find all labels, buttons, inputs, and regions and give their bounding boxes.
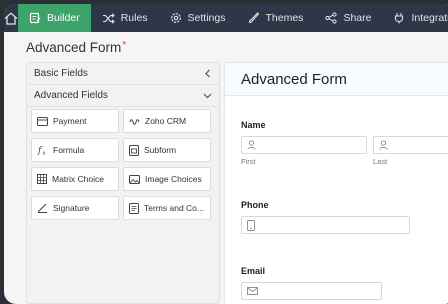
home-icon xyxy=(4,11,18,25)
top-nav: Builder Rules Settings Themes Share Inte… xyxy=(4,4,448,32)
brush-icon xyxy=(248,12,259,24)
field-tile-label: Zoho CRM xyxy=(145,116,187,126)
field-tile-label: Formula xyxy=(53,145,85,155)
builder-icon xyxy=(29,12,41,24)
formula-icon: fx xyxy=(37,146,46,156)
chevron-down-icon xyxy=(203,93,212,98)
signature-icon xyxy=(37,203,47,213)
tab-share[interactable]: Share xyxy=(314,4,382,32)
home-button[interactable] xyxy=(4,4,18,32)
field-tile-label: Terms and Co... xyxy=(144,203,204,213)
field-tile-label: Subform xyxy=(144,145,177,155)
crm-icon xyxy=(129,118,140,125)
field-tile-payment[interactable]: Payment xyxy=(31,109,119,133)
field-tile-formula[interactable]: fx Formula xyxy=(31,138,119,162)
terms-icon xyxy=(129,202,139,214)
first-name-input[interactable] xyxy=(241,136,367,154)
subform-icon xyxy=(129,144,139,156)
svg-text:x: x xyxy=(43,151,46,156)
phone-input[interactable] xyxy=(241,216,410,234)
tab-integrations[interactable]: Integratio xyxy=(382,4,448,32)
matrix-icon xyxy=(37,174,47,184)
field-tile-signature[interactable]: Signature xyxy=(31,196,119,220)
field-tile-label: Matrix Choice xyxy=(52,174,104,184)
field-tile-label: Image Choices xyxy=(145,174,202,184)
advanced-fields-label: Advanced Fields xyxy=(34,90,108,101)
form-canvas: Advanced Form Name First Last Phone Emai… xyxy=(224,62,448,304)
advanced-fields-section[interactable]: Advanced Fields xyxy=(27,85,219,107)
name-field-label: Name xyxy=(241,120,266,130)
field-tile-label: Payment xyxy=(53,116,87,126)
plug-icon xyxy=(395,13,404,24)
shuffle-icon xyxy=(102,12,115,24)
last-name-sublabel: Last xyxy=(373,157,388,166)
person-icon xyxy=(247,140,256,150)
first-name-sublabel: First xyxy=(241,157,256,166)
tab-settings-label: Settings xyxy=(187,12,226,24)
tab-builder[interactable]: Builder xyxy=(18,4,91,32)
field-tile-terms[interactable]: Terms and Co... xyxy=(123,196,211,220)
card-icon xyxy=(37,116,48,126)
person-icon xyxy=(379,140,388,150)
required-mark: * xyxy=(122,40,127,51)
tab-share-label: Share xyxy=(343,12,372,24)
page-title: Advanced Form* xyxy=(26,40,126,55)
phone-icon xyxy=(247,219,255,231)
field-tile-subform[interactable]: Subform xyxy=(123,138,211,162)
email-input[interactable] xyxy=(241,282,382,300)
tab-settings[interactable]: Settings xyxy=(159,4,237,32)
field-tile-image-choices[interactable]: Image Choices xyxy=(123,167,211,191)
gear-icon xyxy=(170,13,181,23)
share-icon xyxy=(325,12,338,24)
form-canvas-header: Advanced Form xyxy=(225,63,448,96)
chevron-left-icon xyxy=(205,69,210,78)
tab-builder-label: Builder xyxy=(47,12,80,24)
field-tile-label: Signature xyxy=(53,203,90,213)
mail-icon xyxy=(247,287,258,295)
field-tile-zoho-crm[interactable]: Zoho CRM xyxy=(123,109,211,133)
tab-integrations-label: Integratio xyxy=(411,12,448,24)
last-name-input[interactable] xyxy=(373,136,448,154)
tab-rules[interactable]: Rules xyxy=(91,4,159,32)
tab-themes[interactable]: Themes xyxy=(237,4,315,32)
page-title-text: Advanced Form xyxy=(26,40,122,55)
image-icon xyxy=(129,174,140,184)
basic-fields-label: Basic Fields xyxy=(34,68,88,79)
advanced-fields-grid: Payment Zoho CRM fx Formula Subform Matr… xyxy=(31,109,215,220)
field-palette: Basic Fields Advanced Fields Payment Zoh… xyxy=(26,62,220,304)
email-field-label: Email xyxy=(241,266,266,276)
field-tile-matrix-choice[interactable]: Matrix Choice xyxy=(31,167,119,191)
app-window: Builder Rules Settings Themes Share Inte… xyxy=(4,4,448,304)
phone-field-label: Phone xyxy=(241,200,269,210)
form-canvas-title: Advanced Form xyxy=(241,70,347,88)
tab-rules-label: Rules xyxy=(120,12,148,24)
basic-fields-section[interactable]: Basic Fields xyxy=(27,63,219,85)
tab-themes-label: Themes xyxy=(265,12,304,24)
